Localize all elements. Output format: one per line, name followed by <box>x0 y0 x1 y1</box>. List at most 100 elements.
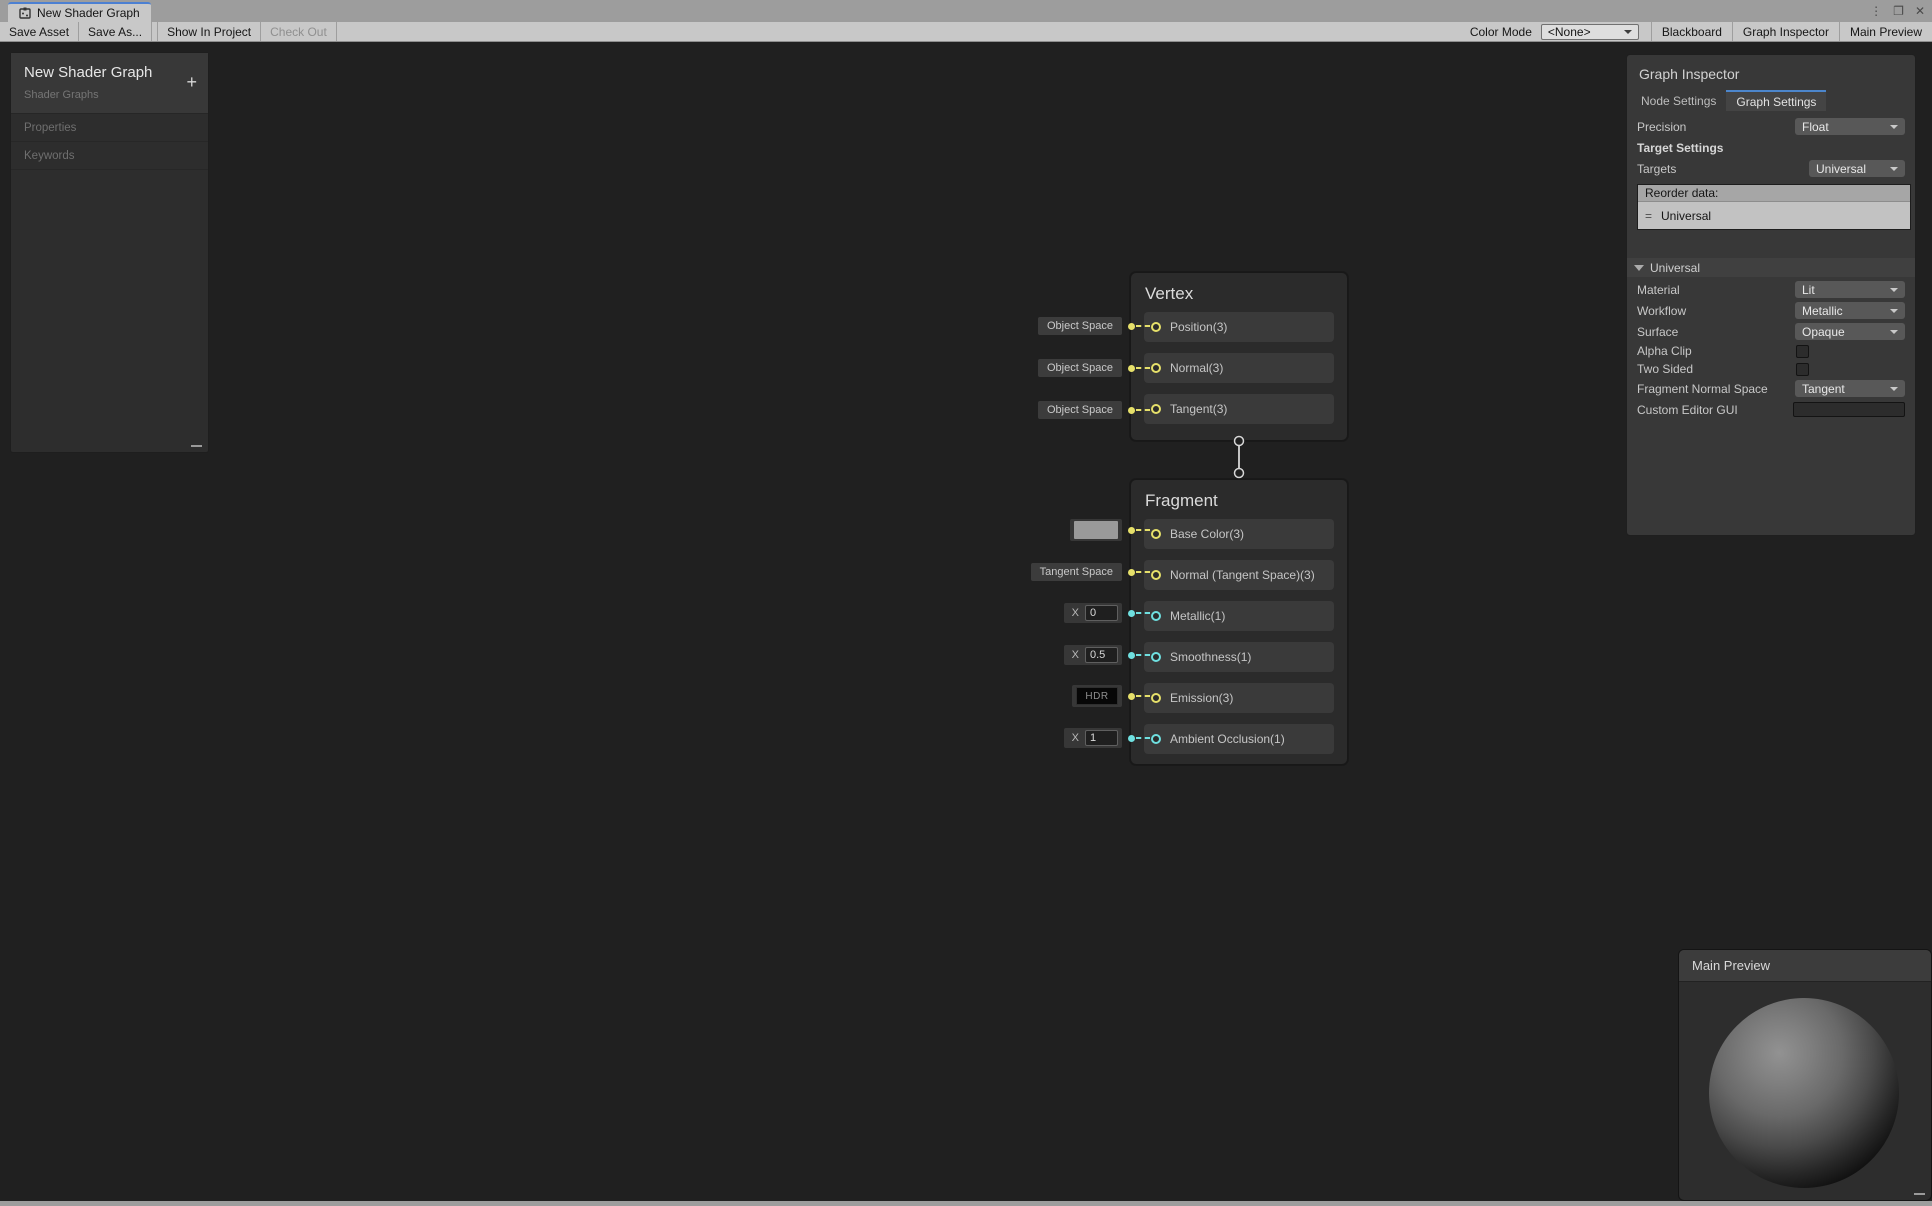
port-tangent[interactable]: Tangent(3) <box>1144 394 1334 424</box>
port-normal[interactable]: Normal(3) <box>1144 353 1334 383</box>
close-icon[interactable]: ✕ <box>1915 5 1925 17</box>
two-sided-checkbox[interactable] <box>1796 363 1809 376</box>
tab-label: New Shader Graph <box>37 6 140 20</box>
color-mode-dropdown[interactable]: <None> <box>1541 24 1639 40</box>
bottom-edge-strip <box>0 1201 1932 1206</box>
reorder-item-universal[interactable]: = Universal <box>1638 201 1910 229</box>
tangent-space-widget[interactable]: Object Space <box>1038 398 1150 422</box>
port-base-color[interactable]: Base Color(3) <box>1144 519 1334 549</box>
space-dropdown[interactable]: Object Space <box>1038 317 1122 335</box>
main-preview-toggle-button[interactable]: Main Preview <box>1839 22 1932 41</box>
show-in-project-button[interactable]: Show In Project <box>157 22 260 41</box>
fragment-node[interactable]: Fragment Base Color(3) Normal (Tangent S… <box>1130 479 1348 765</box>
main-preview-title: Main Preview <box>1692 958 1770 973</box>
port-emission[interactable]: Emission(3) <box>1144 683 1334 713</box>
color-mode-value: <None> <box>1548 25 1591 39</box>
space-dropdown[interactable]: Object Space <box>1038 359 1122 377</box>
fragment-node-title: Fragment <box>1131 480 1347 519</box>
blackboard-toggle-button[interactable]: Blackboard <box>1651 22 1732 41</box>
reorder-data-header: Reorder data: <box>1638 185 1910 201</box>
float-field: X <box>1064 645 1122 665</box>
port-circle-icon[interactable] <box>1151 693 1161 703</box>
color-field[interactable] <box>1070 519 1122 541</box>
dashed-connector <box>1136 654 1150 656</box>
targets-label: Targets <box>1637 162 1809 176</box>
blackboard-section-keywords[interactable]: Keywords <box>11 142 208 170</box>
space-dropdown[interactable]: Tangent Space <box>1031 563 1122 581</box>
preview-resize-handle[interactable] <box>1914 1193 1925 1195</box>
target-settings-header: Target Settings <box>1637 141 1905 155</box>
dashed-connector <box>1136 737 1150 739</box>
two-sided-label: Two Sided <box>1637 362 1796 376</box>
port-circle-icon[interactable] <box>1151 611 1161 621</box>
x-axis-label: X <box>1068 607 1079 619</box>
blackboard-section-properties[interactable]: Properties <box>11 114 208 142</box>
blackboard-header: New Shader Graph Shader Graphs + <box>11 53 208 114</box>
port-label: Ambient Occlusion(1) <box>1170 732 1285 746</box>
normal-space-widget-fragment[interactable]: Tangent Space <box>1031 560 1150 584</box>
tab-graph-settings[interactable]: Graph Settings <box>1726 90 1826 111</box>
blackboard-panel: New Shader Graph Shader Graphs + Propert… <box>10 52 209 453</box>
dashed-connector <box>1136 367 1150 369</box>
tab-new-shader-graph[interactable]: New Shader Graph <box>8 2 151 22</box>
ambient-occlusion-input[interactable] <box>1085 730 1118 746</box>
port-circle-icon[interactable] <box>1151 570 1161 580</box>
smoothness-value-widget[interactable]: X <box>1064 643 1150 667</box>
space-dropdown[interactable]: Object Space <box>1038 401 1122 419</box>
custom-editor-gui-input[interactable] <box>1793 402 1905 417</box>
port-circle-icon[interactable] <box>1151 404 1161 414</box>
material-dropdown[interactable]: Lit <box>1795 281 1905 298</box>
vertex-node[interactable]: Vertex Position(3) Normal(3) Tangent(3) <box>1130 272 1348 441</box>
port-circle-icon[interactable] <box>1151 734 1161 744</box>
maximize-icon[interactable]: ❐ <box>1893 5 1904 17</box>
blackboard-resize-handle[interactable] <box>191 445 202 447</box>
color-mode-label: Color Mode <box>1468 22 1534 41</box>
color-swatch[interactable] <box>1074 521 1118 539</box>
save-as-button[interactable]: Save As... <box>79 22 152 41</box>
port-metallic[interactable]: Metallic(1) <box>1144 601 1334 631</box>
drag-handle-icon[interactable]: = <box>1645 209 1652 223</box>
hdr-swatch[interactable]: HDR <box>1076 687 1118 705</box>
port-dot-icon <box>1128 693 1135 700</box>
normal-space-widget[interactable]: Object Space <box>1038 356 1150 380</box>
port-circle-icon[interactable] <box>1151 652 1161 662</box>
port-circle-icon[interactable] <box>1151 363 1161 373</box>
surface-label: Surface <box>1637 325 1795 339</box>
workflow-value: Metallic <box>1802 304 1843 318</box>
kebab-menu-icon[interactable]: ⋮ <box>1870 5 1882 17</box>
port-ambient-occlusion[interactable]: Ambient Occlusion(1) <box>1144 724 1334 754</box>
fragment-normal-space-dropdown[interactable]: Tangent <box>1795 380 1905 397</box>
preview-sphere[interactable] <box>1709 998 1899 1188</box>
vertex-fragment-edge[interactable] <box>1229 435 1249 479</box>
save-asset-button[interactable]: Save Asset <box>0 22 79 41</box>
chevron-down-icon <box>1624 30 1632 34</box>
add-property-button[interactable]: + <box>186 73 197 91</box>
main-preview-header[interactable]: Main Preview <box>1679 950 1931 982</box>
hdr-color-field[interactable]: HDR <box>1072 685 1122 707</box>
port-dot-icon <box>1128 527 1135 534</box>
emission-color-widget[interactable]: HDR <box>1072 684 1150 708</box>
port-normal-tangent-space[interactable]: Normal (Tangent Space)(3) <box>1144 560 1334 590</box>
port-circle-icon[interactable] <box>1151 529 1161 539</box>
material-value: Lit <box>1802 283 1815 297</box>
shader-graph-icon <box>19 7 31 19</box>
tab-node-settings[interactable]: Node Settings <box>1631 90 1726 111</box>
metallic-input[interactable] <box>1085 605 1118 621</box>
port-circle-icon[interactable] <box>1151 322 1161 332</box>
precision-value: Float <box>1802 120 1829 134</box>
universal-foldout[interactable]: Universal <box>1627 258 1915 277</box>
surface-dropdown[interactable]: Opaque <box>1795 323 1905 340</box>
port-position[interactable]: Position(3) <box>1144 312 1334 342</box>
precision-dropdown[interactable]: Float <box>1795 118 1905 135</box>
alpha-clip-checkbox[interactable] <box>1796 345 1809 358</box>
position-space-widget[interactable]: Object Space <box>1038 314 1150 338</box>
port-smoothness[interactable]: Smoothness(1) <box>1144 642 1334 672</box>
workflow-dropdown[interactable]: Metallic <box>1795 302 1905 319</box>
reorder-item-label: Universal <box>1661 209 1711 223</box>
metallic-value-widget[interactable]: X <box>1064 601 1150 625</box>
graph-inspector-toggle-button[interactable]: Graph Inspector <box>1732 22 1839 41</box>
ambient-occlusion-value-widget[interactable]: X <box>1064 726 1150 750</box>
smoothness-input[interactable] <box>1085 647 1118 663</box>
base-color-widget[interactable] <box>1070 518 1150 542</box>
targets-dropdown[interactable]: Universal <box>1809 160 1905 177</box>
